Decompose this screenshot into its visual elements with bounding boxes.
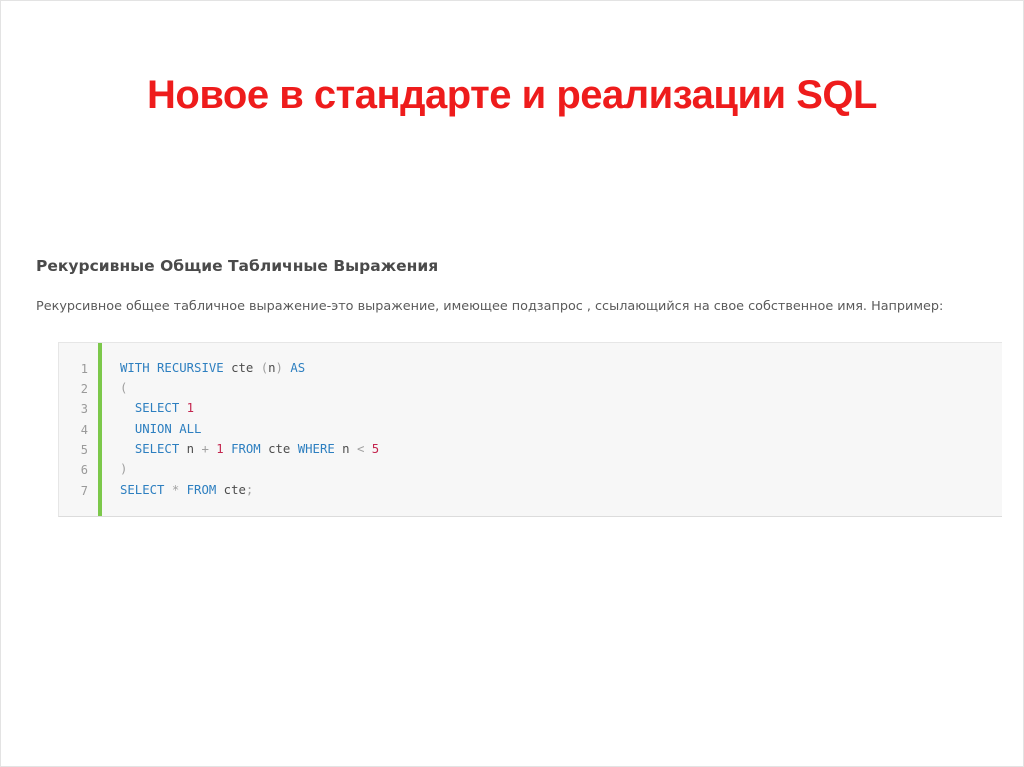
code-punctuation: + <box>201 442 209 456</box>
code-identifier: cte <box>268 442 291 456</box>
line-number-gutter: 1 2 3 4 5 6 7 <box>59 343 102 516</box>
code-keyword: ALL <box>179 422 202 436</box>
code-identifier: cte <box>231 361 254 375</box>
code-keyword: UNION <box>134 422 172 436</box>
code-keyword: SELECT <box>134 401 180 415</box>
line-number: 2 <box>80 382 88 396</box>
code-keyword: RECURSIVE <box>157 361 224 375</box>
code-line: ) <box>120 462 127 476</box>
section-heading: Рекурсивные Общие Табличные Выражения <box>36 257 439 275</box>
line-number: 4 <box>80 423 88 437</box>
code-punctuation: ; <box>245 483 254 497</box>
code-line: SELECT 1 <box>120 401 194 415</box>
code-identifier: n <box>186 442 195 456</box>
code-keyword: WITH <box>120 361 150 375</box>
line-number: 3 <box>80 402 88 416</box>
code-line: WITH RECURSIVE cte (n) AS <box>120 361 305 375</box>
code-identifier: cte <box>223 483 246 497</box>
code-keyword: FROM <box>231 442 261 456</box>
code-punctuation: ( <box>120 381 128 395</box>
code-keyword: FROM <box>186 483 217 497</box>
code-line: SELECT n + 1 FROM cte WHERE n < 5 <box>120 442 379 456</box>
code-punctuation: ) <box>120 462 128 476</box>
code-number: 1 <box>216 442 224 456</box>
code-punctuation: ) <box>275 361 283 375</box>
code-keyword: AS <box>290 361 306 375</box>
code-keyword: SELECT <box>120 483 165 497</box>
line-number: 5 <box>80 443 88 457</box>
code-line: UNION ALL <box>120 422 202 436</box>
code-punctuation: ( <box>260 361 269 375</box>
code-block: 1 2 3 4 5 6 7 WITH RECURSIVE cte (n) AS … <box>58 342 1002 517</box>
slide-title: Новое в стандарте и реализации SQL <box>147 73 877 117</box>
line-number: 7 <box>80 484 88 498</box>
slide: Новое в стандарте и реализации SQL Рекур… <box>0 0 1024 767</box>
code-keyword: SELECT <box>134 442 180 456</box>
code-identifier: n <box>268 361 276 375</box>
code-number: 1 <box>186 401 195 415</box>
code-number: 5 <box>371 442 380 456</box>
code-line: SELECT * FROM cte; <box>120 483 253 497</box>
code-identifier: n <box>342 442 350 456</box>
line-number: 1 <box>80 362 88 376</box>
code-line: ( <box>120 381 127 395</box>
section-paragraph: Рекурсивное общее табличное выражение-эт… <box>36 299 944 314</box>
code-keyword: WHERE <box>297 442 335 456</box>
line-number: 6 <box>80 463 88 477</box>
